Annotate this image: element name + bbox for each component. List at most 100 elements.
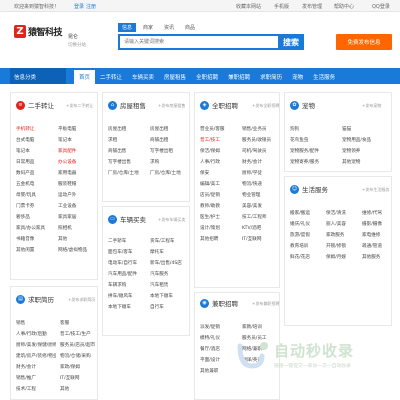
parttime-more[interactable]: +发布兼职招聘 bbox=[252, 301, 279, 307]
category-link[interactable]: 平板电脑 bbox=[58, 124, 96, 135]
category-link[interactable]: 家政/保姆 bbox=[60, 362, 100, 373]
category-link[interactable]: 家具配件 bbox=[58, 146, 96, 157]
category-link[interactable]: 家政服务 bbox=[326, 230, 358, 241]
nav-pets[interactable]: 宠物 bbox=[287, 68, 308, 84]
category-link[interactable]: 母婴/玩具 bbox=[16, 190, 54, 201]
search-tab-news[interactable]: 资讯 bbox=[160, 23, 178, 32]
category-link[interactable]: 面包车/客车 bbox=[108, 247, 146, 258]
category-link[interactable]: 电动车/自行车 bbox=[108, 258, 146, 269]
newsletter-link[interactable]: 收藏本网站 bbox=[236, 3, 261, 10]
category-link[interactable]: 服装鞋帽 bbox=[58, 179, 96, 190]
search-input[interactable] bbox=[120, 36, 280, 48]
category-link[interactable]: 家具/办公家具 bbox=[16, 223, 54, 234]
category-link[interactable]: 普工/技工/生产 bbox=[60, 329, 100, 340]
category-link[interactable]: 本地下顺车 bbox=[150, 291, 188, 302]
category-link[interactable]: 车辆求购 bbox=[108, 280, 146, 291]
nav-resume[interactable]: 求职简历 bbox=[255, 68, 287, 84]
category-link[interactable]: 工业设备 bbox=[58, 201, 96, 212]
search-tab-info[interactable]: 信息 bbox=[118, 23, 137, 32]
category-link[interactable]: 物流/仓储/采购 bbox=[60, 351, 100, 362]
category-link[interactable]: 财务/会计 bbox=[242, 157, 280, 168]
nav-house[interactable]: 房屋租售 bbox=[159, 68, 191, 84]
category-link[interactable]: 厂房/仓库/土地 bbox=[108, 168, 146, 179]
category-link[interactable]: 客服 bbox=[60, 318, 100, 329]
category-link[interactable]: 其他闲置 bbox=[16, 245, 54, 256]
category-link[interactable]: 丽人/美容 bbox=[326, 219, 358, 230]
category-link[interactable]: 汽车服务 bbox=[150, 269, 188, 280]
category-link[interactable]: 保安 bbox=[200, 168, 238, 179]
category-link[interactable]: 教育培训 bbox=[290, 241, 322, 252]
category-link[interactable]: 销售/推广 bbox=[16, 373, 56, 384]
nav-life[interactable]: 生活服务 bbox=[308, 68, 340, 84]
category-link[interactable]: 家电维修 bbox=[362, 230, 394, 241]
nav-parttime[interactable]: 兼职招聘 bbox=[223, 68, 255, 84]
life-more[interactable]: +发布生活服务 bbox=[362, 187, 389, 193]
category-link[interactable]: 销售 bbox=[16, 318, 56, 329]
category-link[interactable]: 门票卡券 bbox=[16, 201, 54, 212]
category-link[interactable]: 二手轿车 bbox=[108, 236, 146, 247]
category-link[interactable]: 人事/行政/后勤 bbox=[16, 329, 56, 340]
category-link[interactable]: IT/互联网 bbox=[60, 373, 100, 384]
category-link[interactable]: 日常用品 bbox=[16, 157, 54, 168]
category-link[interactable]: 笔记本 bbox=[58, 135, 96, 146]
category-link[interactable]: 手机转让 bbox=[16, 124, 54, 135]
car-more[interactable]: +发布车辆买卖 bbox=[158, 217, 185, 223]
category-link[interactable]: 物业管理 bbox=[242, 190, 280, 201]
category-link[interactable]: 台式电脑 bbox=[16, 135, 54, 146]
category-link[interactable]: 销售/业务员 bbox=[242, 124, 280, 135]
category-link[interactable]: 求购 bbox=[150, 157, 188, 168]
category-link[interactable]: 司机/驾驶员 bbox=[242, 146, 280, 157]
category-link[interactable]: 花鸟鱼虫 bbox=[290, 135, 338, 146]
category-link[interactable]: 笔记本 bbox=[16, 146, 54, 157]
category-link[interactable]: 派发/促销 bbox=[200, 322, 238, 333]
switch-city-link[interactable]: 切换分站 bbox=[68, 42, 86, 48]
help-link[interactable]: 帮助中心 bbox=[334, 3, 354, 10]
qq-login-link[interactable]: QQ登录 bbox=[372, 3, 390, 10]
category-link[interactable]: 货车/工程车 bbox=[150, 236, 188, 247]
search-tab-goods[interactable]: 商品 bbox=[181, 23, 199, 32]
category-link[interactable]: 网络/虚拟物品 bbox=[58, 245, 96, 256]
category-link[interactable]: 宠物用品/食品 bbox=[342, 135, 390, 146]
register-link[interactable]: 注册 bbox=[86, 3, 96, 10]
category-link[interactable]: IT/互联网 bbox=[242, 234, 280, 245]
category-link[interactable]: 教师/助教 bbox=[200, 201, 238, 212]
category-link[interactable]: 保姆/月嫂 bbox=[326, 252, 358, 263]
mobile-link[interactable]: 手机版 bbox=[274, 3, 289, 10]
category-link[interactable]: 旅游/度假 bbox=[290, 230, 322, 241]
category-link[interactable]: 疏通/管道 bbox=[362, 241, 394, 252]
category-link[interactable]: 摄影/摄像 bbox=[362, 219, 394, 230]
category-link[interactable]: 店员/促销 bbox=[200, 190, 238, 201]
category-link[interactable]: 财务/会计 bbox=[16, 362, 56, 373]
category-link[interactable]: 人事/行政 bbox=[200, 157, 238, 168]
category-menu[interactable]: 信息分类 bbox=[10, 68, 66, 84]
category-link[interactable]: 新车/出售/4S店 bbox=[150, 258, 188, 269]
secondhand-more[interactable]: +发布二手转让 bbox=[66, 103, 93, 109]
category-link[interactable]: 摩托车 bbox=[150, 247, 188, 258]
nav-secondhand[interactable]: 二手转让 bbox=[95, 68, 127, 84]
category-link[interactable]: 本地下顺车 bbox=[108, 302, 146, 313]
category-link[interactable]: 写字楼出售 bbox=[108, 157, 146, 168]
category-link[interactable]: 拼车/顺风车 bbox=[108, 291, 146, 302]
category-link[interactable]: 数码产品 bbox=[16, 168, 54, 179]
category-link[interactable]: 家具家居 bbox=[58, 212, 96, 223]
category-link[interactable]: 房屋出租 bbox=[150, 124, 188, 135]
category-link[interactable]: 书籍音像 bbox=[16, 234, 54, 245]
category-link[interactable]: 求租 bbox=[108, 135, 146, 146]
category-link[interactable]: 编辑/美工 bbox=[200, 179, 238, 190]
category-link[interactable]: 照相机 bbox=[58, 223, 96, 234]
category-link[interactable]: 保洁/清洗 bbox=[326, 208, 358, 219]
category-link[interactable]: 宠物领养 bbox=[342, 146, 390, 157]
category-link[interactable]: 厂房/仓库/土地 bbox=[150, 168, 188, 179]
house-more[interactable]: +发布房屋租售 bbox=[158, 103, 185, 109]
search-button[interactable]: 搜索 bbox=[278, 34, 304, 50]
category-link[interactable]: 建筑/房产/装修/物业 bbox=[16, 351, 56, 362]
pets-more[interactable]: +发布宠物 bbox=[362, 103, 381, 109]
category-link[interactable]: 开锁/修锁 bbox=[326, 241, 358, 252]
category-link[interactable]: 维修/代驾 bbox=[362, 208, 394, 219]
category-link[interactable]: 普工/技工 bbox=[200, 135, 238, 146]
resume-more[interactable]: +发布求职简历 bbox=[68, 297, 95, 303]
category-link[interactable]: 猫猫 bbox=[342, 124, 390, 135]
category-link[interactable]: 奢侈品 bbox=[16, 212, 54, 223]
category-link[interactable]: 五金机电 bbox=[16, 179, 54, 190]
category-link[interactable]: 鲜花/花店 bbox=[290, 252, 322, 263]
